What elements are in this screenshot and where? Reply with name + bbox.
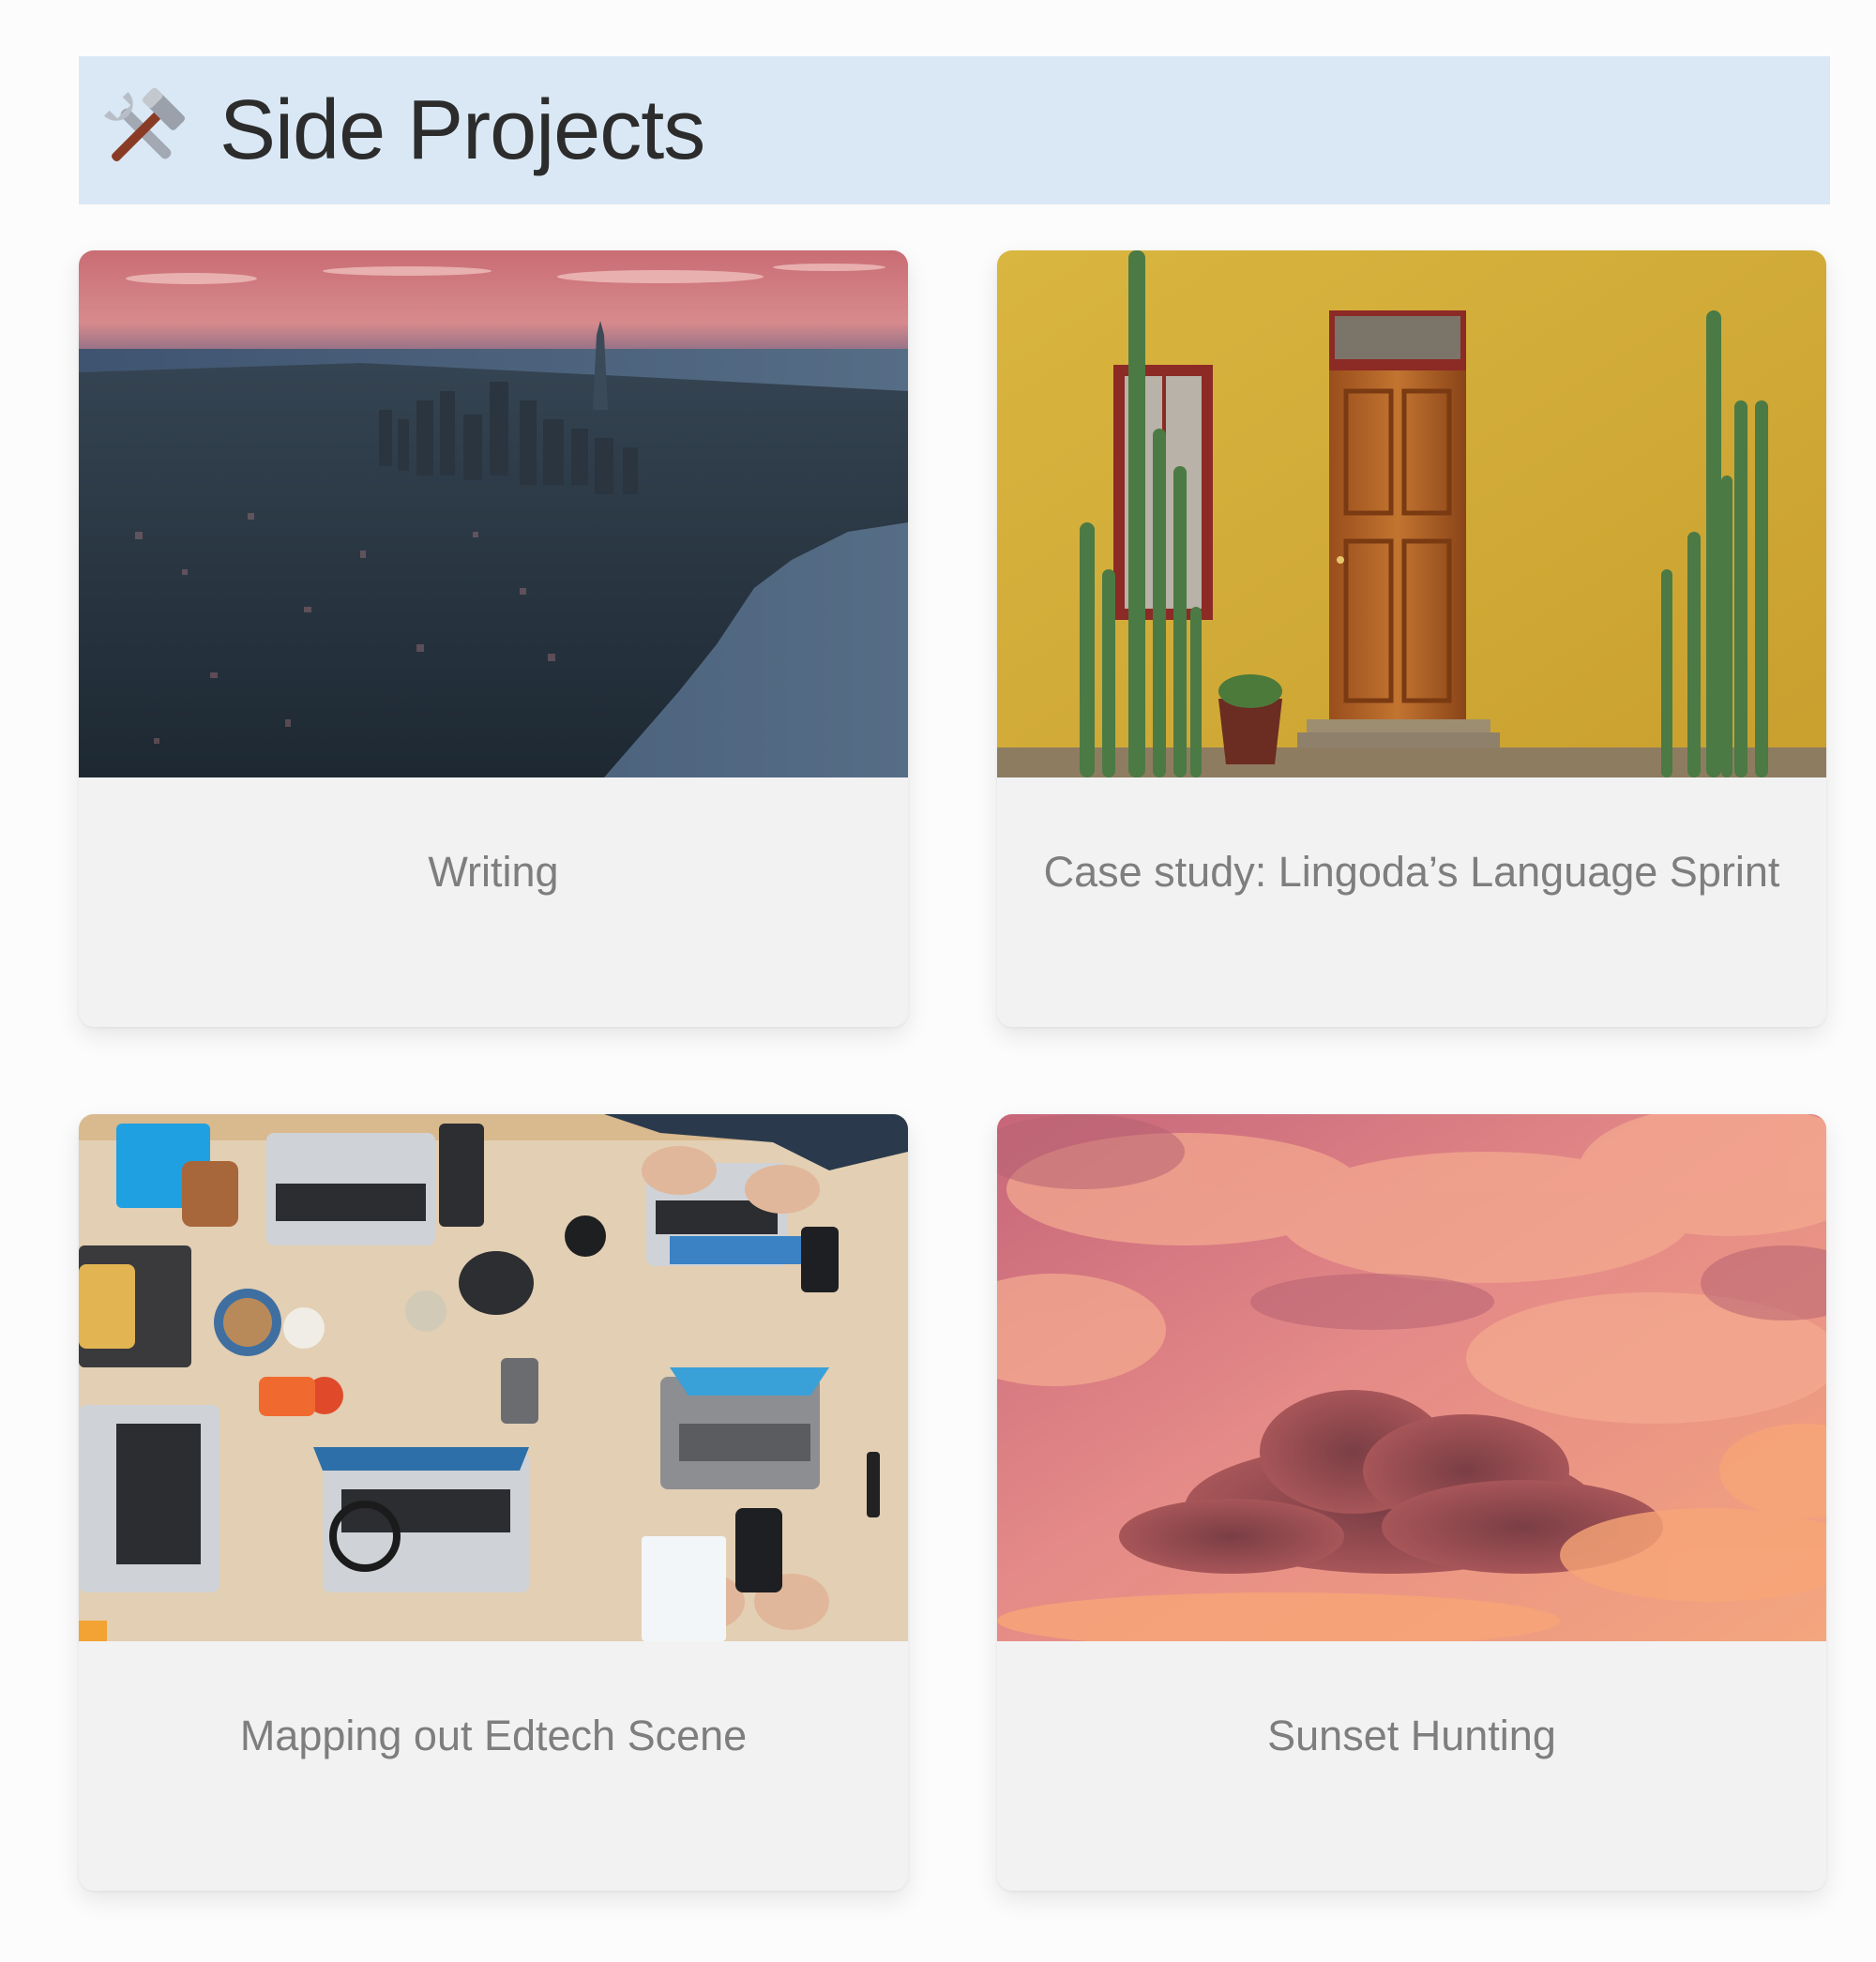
card-title: Writing	[428, 848, 559, 896]
gallery-card[interactable]: Writing	[79, 250, 908, 1027]
hammer-and-wrench-icon	[103, 87, 186, 161]
cover-image	[79, 250, 908, 777]
section-header: Side Projects	[79, 56, 1830, 204]
cover-image	[997, 1114, 1826, 1641]
gallery-card[interactable]: Case study: Lingoda’s Language Sprint	[997, 250, 1826, 1027]
gallery-card[interactable]: Mapping out Edtech Scene	[79, 1114, 908, 1891]
gallery-card[interactable]: Sunset Hunting	[997, 1114, 1826, 1891]
card-title: Mapping out Edtech Scene	[239, 1712, 748, 1759]
card-title: Case study: Lingoda’s Language Sprint	[1043, 848, 1780, 896]
page-title: Side Projects	[219, 83, 705, 177]
cover-image	[997, 250, 1826, 777]
card-title: Sunset Hunting	[1267, 1712, 1556, 1759]
cover-image	[79, 1114, 908, 1641]
